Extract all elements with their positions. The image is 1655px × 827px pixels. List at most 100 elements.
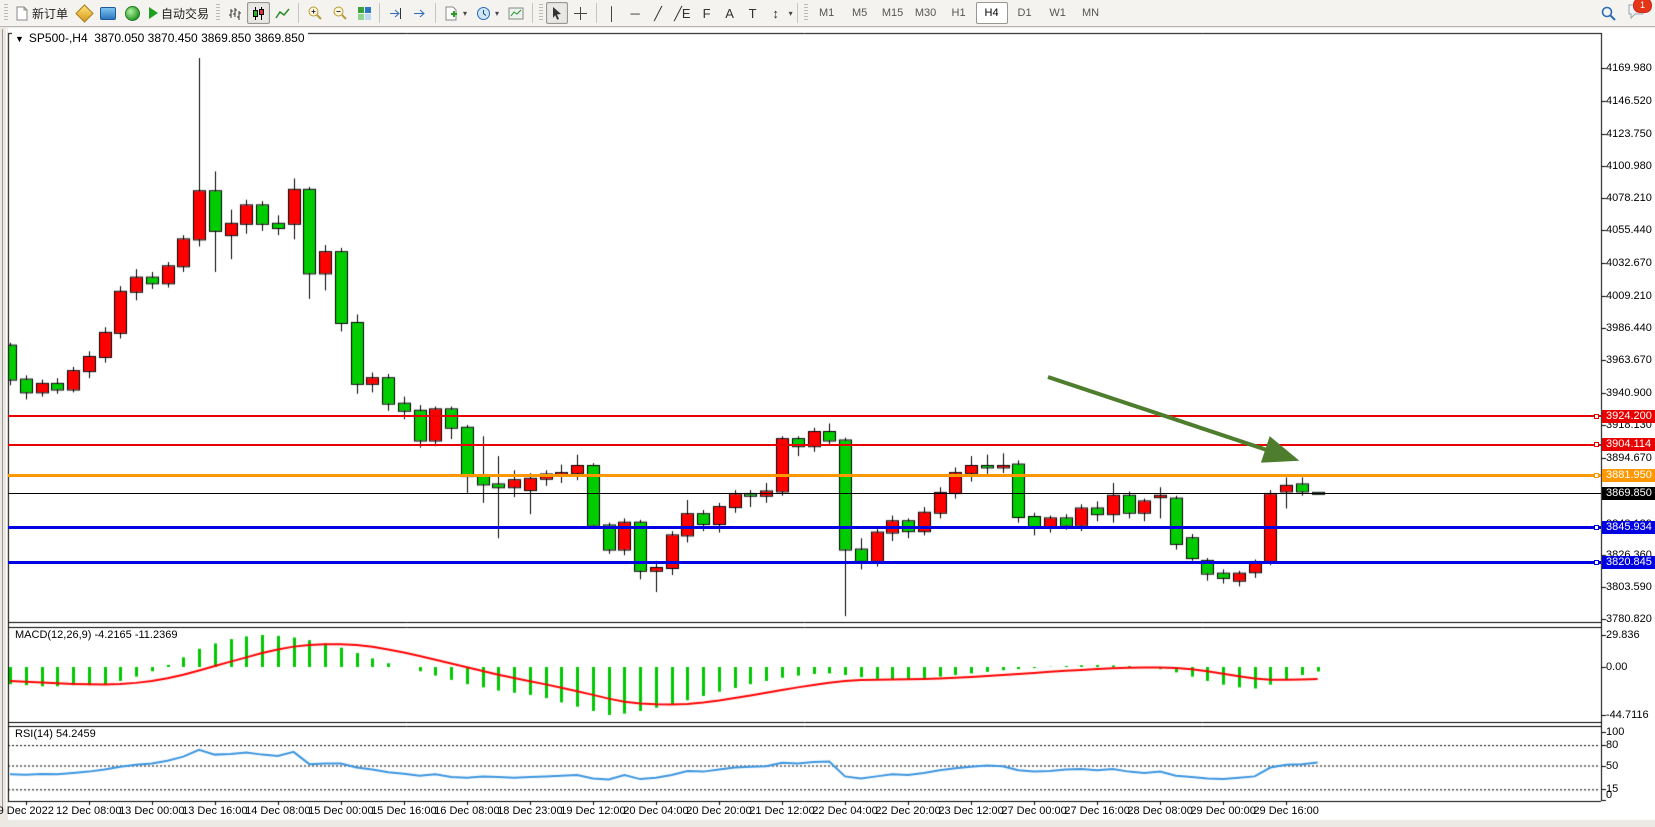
horizontal-line-3869.850[interactable] xyxy=(8,493,1601,494)
line-handle[interactable] xyxy=(1594,473,1599,478)
separator xyxy=(379,3,380,23)
arrows-tool-button[interactable]: ↕ xyxy=(765,2,787,24)
new-order-icon xyxy=(15,6,29,21)
horizontal-line-3904.114[interactable] xyxy=(8,444,1601,446)
periods-button[interactable]: ▾ xyxy=(472,2,503,24)
timeframe-button-m30[interactable]: M30 xyxy=(910,2,942,24)
time-axis-label: 12 Dec 08:00 xyxy=(56,805,121,817)
text-tool-button[interactable]: A xyxy=(719,2,741,24)
timeframe-button-w1[interactable]: W1 xyxy=(1042,2,1074,24)
zoom-out-button[interactable] xyxy=(328,2,352,24)
zoom-in-button[interactable] xyxy=(303,2,327,24)
crosshair-icon xyxy=(573,6,588,21)
macd-label: MACD(12,26,9) -4.2165 -11.2369 xyxy=(13,629,179,641)
clock-icon xyxy=(476,6,491,21)
horizontal-line-tool-button[interactable]: ─ xyxy=(624,2,646,24)
new-order-button[interactable]: 新订单 xyxy=(11,2,72,24)
notifications-button[interactable]: 1 xyxy=(1627,3,1645,24)
chart-shift-button[interactable] xyxy=(384,2,407,24)
price-tag-3924.200: 3924.200 xyxy=(1602,410,1655,423)
timeframe-button-m15[interactable]: M15 xyxy=(877,2,909,24)
line-handle[interactable] xyxy=(1594,442,1599,447)
horizontal-line-3881.950[interactable] xyxy=(8,474,1601,477)
timeframe-button-h1[interactable]: H1 xyxy=(943,2,975,24)
trendline-tool-button[interactable]: ╱ xyxy=(647,2,669,24)
rsi-label: RSI(14) 54.2459 xyxy=(13,728,98,740)
time-axis-label: 22 Dec 20:00 xyxy=(875,805,940,817)
line-chart-button[interactable] xyxy=(271,2,294,24)
indicators-button[interactable] xyxy=(73,2,95,24)
text-tool-icon: A xyxy=(725,7,734,20)
price-axis-label: 4123.750 xyxy=(1606,128,1652,140)
mt4-window: 新订单 自动交易 xyxy=(0,0,1655,827)
equidistant-channel-tool-button[interactable]: ╱E xyxy=(670,2,695,24)
search-button[interactable] xyxy=(1596,2,1621,24)
price-axis-label: 4032.670 xyxy=(1606,257,1652,269)
timeframe-button-h4[interactable]: H4 xyxy=(976,2,1008,24)
timeframe-group: M1M5M15M30H1H4D1W1MN xyxy=(811,2,1107,24)
crosshair-tool-button[interactable] xyxy=(569,2,592,24)
price-tag-3881.950: 3881.950 xyxy=(1602,469,1655,482)
timeframe-button-mn[interactable]: MN xyxy=(1075,2,1107,24)
monitor-icon xyxy=(100,7,116,20)
price-tag-3904.114: 3904.114 xyxy=(1602,438,1655,451)
chart-ohlc-values: 3870.050 3870.450 3869.850 3869.850 xyxy=(94,31,304,45)
separator xyxy=(532,3,533,23)
rsi-axis-label: 100 xyxy=(1606,726,1624,738)
timeframe-button-m1[interactable]: M1 xyxy=(811,2,843,24)
price-axis-label: 3963.670 xyxy=(1606,354,1652,366)
cursor-tool-button[interactable] xyxy=(546,2,568,24)
time-axis-label: 27 Dec 16:00 xyxy=(1064,805,1129,817)
auto-trading-button[interactable]: 自动交易 xyxy=(145,2,213,24)
equidistant-channel-tool-icon: ╱E xyxy=(674,7,691,20)
tile-windows-button[interactable] xyxy=(353,2,375,24)
separator xyxy=(596,3,597,23)
auto-scroll-icon xyxy=(412,6,427,21)
price-axis-label: 3894.670 xyxy=(1606,452,1652,464)
tile-windows-icon xyxy=(358,7,371,20)
auto-scroll-button[interactable] xyxy=(408,2,431,24)
vertical-line-tool-button[interactable]: │ xyxy=(601,2,623,24)
line-handle[interactable] xyxy=(1594,414,1599,419)
draw-tools-group: │ ─ ╱ ╱E FA T ↕ xyxy=(601,2,787,24)
bar-chart-button[interactable] xyxy=(223,2,246,24)
candlestick-chart-button[interactable] xyxy=(247,2,270,24)
time-axis-label: 15 Dec 00:00 xyxy=(308,805,373,817)
rsi-axis-label: 50 xyxy=(1606,760,1618,772)
fibonacci-tool-button[interactable]: F xyxy=(696,2,718,24)
price-tag-3820.845: 3820.845 xyxy=(1602,556,1655,569)
line-handle[interactable] xyxy=(1594,525,1599,530)
zoom-in-icon xyxy=(307,5,323,21)
horizontal-line-3924.200[interactable] xyxy=(8,415,1601,417)
horizontal-line-3820.845[interactable] xyxy=(8,561,1601,564)
timeframe-button-d1[interactable]: D1 xyxy=(1009,2,1041,24)
horizontal-line-tool-icon: ─ xyxy=(630,7,639,20)
time-axis-label: 18 Dec 23:00 xyxy=(497,805,562,817)
templates-button[interactable] xyxy=(504,2,528,24)
timeframe-button-m5[interactable]: M5 xyxy=(844,2,876,24)
time-axis-label: 22 Dec 04:00 xyxy=(812,805,877,817)
chart-menu-triangle-icon[interactable]: ▼ xyxy=(15,34,24,44)
horizontal-line-3845.934[interactable] xyxy=(8,526,1601,529)
vertical-line-tool-icon: │ xyxy=(608,7,616,20)
market-watch-button[interactable] xyxy=(96,2,120,24)
auto-trading-icon xyxy=(149,7,158,19)
toolbar-grip xyxy=(539,4,543,22)
zoom-out-icon xyxy=(332,5,348,21)
template-chart-icon xyxy=(508,6,524,21)
chevron-down-icon: ▾ xyxy=(463,9,467,18)
text-label-tool-button[interactable]: T xyxy=(742,2,764,24)
price-axis-label: 4009.210 xyxy=(1606,290,1652,302)
price-axis-label: 4169.980 xyxy=(1606,62,1652,74)
signals-button[interactable] xyxy=(121,2,144,24)
text-label-tool-icon: T xyxy=(749,7,757,20)
gold-diamond-icon xyxy=(75,4,93,22)
new-chart-button[interactable]: ▾ xyxy=(440,2,471,24)
line-handle[interactable] xyxy=(1594,560,1599,565)
separator xyxy=(797,3,798,23)
line-chart-icon xyxy=(275,6,290,21)
bar-chart-icon xyxy=(227,6,242,21)
price-axis-label: 4078.210 xyxy=(1606,192,1652,204)
search-icon xyxy=(1600,5,1617,22)
signal-globe-icon xyxy=(125,6,140,21)
